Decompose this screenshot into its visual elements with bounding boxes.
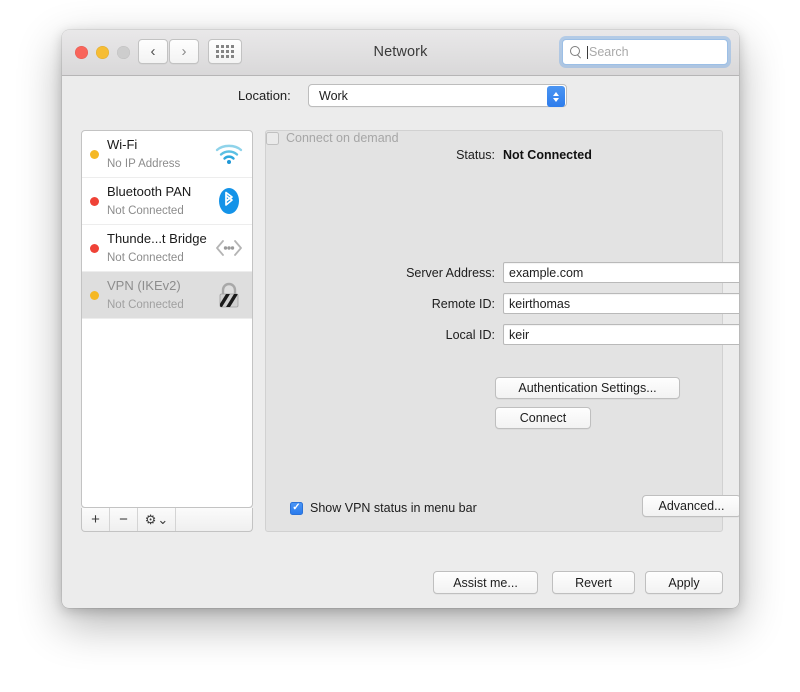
remote-id-label: Remote ID: (266, 297, 495, 311)
connect-on-demand-checkbox[interactable] (266, 132, 279, 145)
status-dot (90, 150, 99, 159)
search-icon (570, 46, 582, 58)
service-name: Bluetooth PAN (107, 184, 191, 199)
server-address-label: Server Address: (266, 266, 495, 280)
service-action-menu-button[interactable]: ⚙ ⌄ (138, 508, 176, 531)
network-preferences-window: ‹ › Network Search Location: Work (62, 30, 739, 608)
connect-on-demand-label: Connect on demand (286, 131, 399, 145)
service-status: Not Connected (107, 299, 184, 311)
chevron-updown-icon (547, 86, 565, 107)
wifi-icon (212, 137, 246, 171)
list-item-thunderbolt-bridge[interactable]: Thunde...t Bridge Not Connected (82, 225, 252, 272)
service-status: Not Connected (107, 205, 184, 217)
text-caret (587, 46, 588, 59)
authentication-settings-button[interactable]: Authentication Settings... (495, 377, 680, 399)
remove-service-button[interactable]: − (110, 508, 138, 531)
status-dot (90, 291, 99, 300)
gear-icon: ⚙ (145, 512, 157, 528)
bluetooth-icon (212, 184, 246, 218)
local-id-input[interactable]: keir (503, 324, 739, 345)
location-row: Location: Work (62, 76, 739, 116)
server-address-row: Server Address: example.com (266, 262, 739, 283)
service-name: Thunde...t Bridge (107, 231, 207, 246)
search-field-wrapper[interactable]: Search (562, 39, 728, 65)
vpn-detail-panel: Status: Not Connected Server Address: ex… (265, 130, 723, 532)
list-item-vpn-ikev2[interactable]: VPN (IKEv2) Not Connected (82, 272, 252, 319)
server-address-input[interactable]: example.com (503, 262, 739, 283)
remote-id-input[interactable]: keirthomas (503, 293, 739, 314)
service-name: Wi-Fi (107, 137, 137, 152)
toolbar-spacer (176, 508, 252, 531)
vpn-lock-icon (212, 278, 246, 312)
status-row: Status: Not Connected (266, 148, 722, 162)
service-name: VPN (IKEv2) (107, 278, 181, 293)
show-vpn-status-label: Show VPN status in menu bar (310, 501, 477, 515)
local-id-row: Local ID: keir (266, 324, 739, 345)
apply-button[interactable]: Apply (645, 571, 723, 594)
location-dropdown[interactable]: Work (308, 84, 567, 107)
revert-button[interactable]: Revert (552, 571, 635, 594)
location-selected-value: Work (309, 89, 348, 103)
status-label: Status: (266, 148, 495, 162)
status-dot (90, 244, 99, 253)
assist-me-button[interactable]: Assist me... (433, 571, 538, 594)
service-status: Not Connected (107, 252, 184, 264)
chevron-down-icon: ⌄ (157, 512, 168, 528)
status-dot (90, 197, 99, 206)
service-status: No IP Address (107, 158, 180, 170)
advanced-button[interactable]: Advanced... (642, 495, 739, 517)
search-input[interactable]: Search (562, 39, 728, 65)
thunderbolt-icon (212, 231, 246, 265)
show-vpn-status-checkbox[interactable] (290, 502, 303, 515)
window-titlebar: ‹ › Network Search (62, 30, 739, 76)
service-list-toolbar: + − ⚙ ⌄ (81, 508, 253, 532)
connect-button[interactable]: Connect (495, 407, 591, 429)
list-item-bluetooth-pan[interactable]: Bluetooth PAN Not Connected (82, 178, 252, 225)
add-service-button[interactable]: + (82, 508, 110, 531)
list-item-wifi[interactable]: Wi-Fi No IP Address (82, 131, 252, 178)
search-placeholder: Search (589, 45, 629, 59)
connect-on-demand-row: Connect on demand (266, 131, 722, 145)
status-value: Not Connected (503, 148, 592, 162)
network-service-list[interactable]: Wi-Fi No IP Address Bluetooth PAN No (81, 130, 253, 508)
remote-id-row: Remote ID: keirthomas (266, 293, 739, 314)
location-label: Location: (238, 88, 291, 103)
window-body: Wi-Fi No IP Address Bluetooth PAN No (62, 116, 739, 608)
local-id-label: Local ID: (266, 328, 495, 342)
